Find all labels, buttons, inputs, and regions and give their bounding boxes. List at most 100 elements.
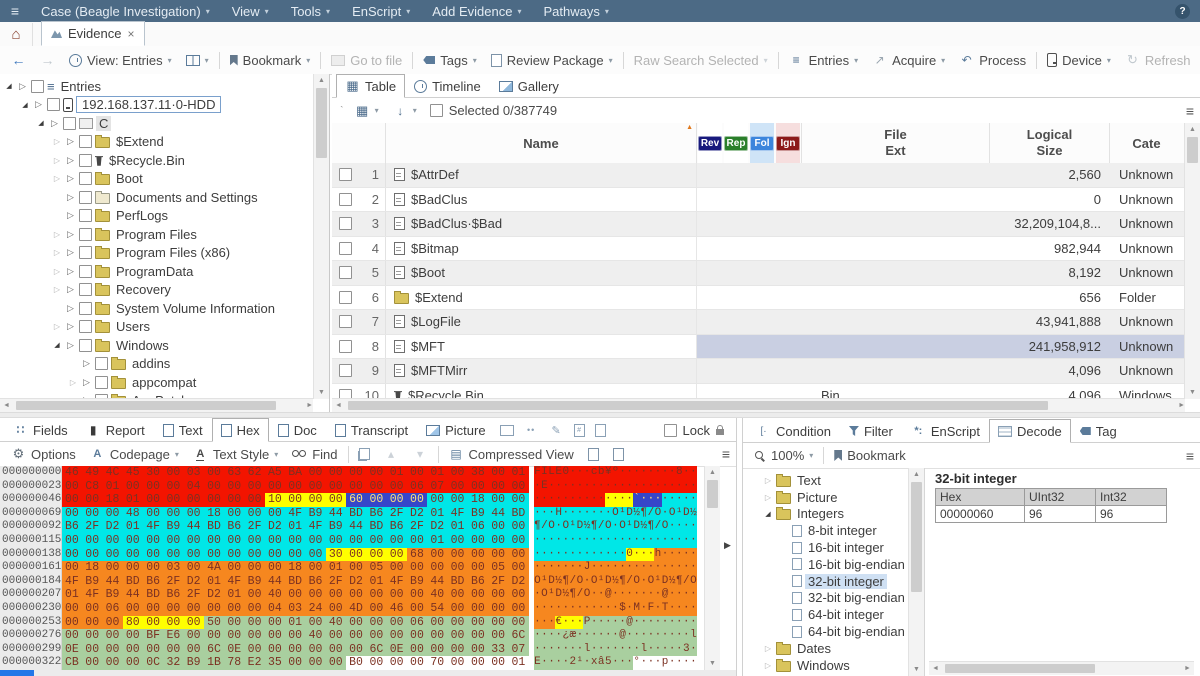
row-checkbox[interactable] <box>339 340 352 353</box>
hex-byte[interactable]: 00 <box>224 507 244 521</box>
hex-byte[interactable]: E2 <box>245 656 265 670</box>
hex-byte[interactable]: 1B <box>204 656 224 670</box>
ascii-char[interactable]: · <box>562 602 569 616</box>
hex-byte[interactable]: 00 <box>204 480 224 494</box>
ascii-char[interactable]: · <box>662 493 669 507</box>
hex-byte[interactable]: 00 <box>143 616 163 630</box>
100-button[interactable]: 100%▾ <box>747 443 820 468</box>
hex-byte[interactable]: 01 <box>123 520 143 534</box>
ascii-char[interactable]: · <box>669 602 676 616</box>
ascii-char[interactable]: · <box>569 466 576 480</box>
ascii-char[interactable]: · <box>669 466 676 480</box>
hex-byte[interactable]: 00 <box>306 656 326 670</box>
hex-byte[interactable]: 00 <box>82 493 102 507</box>
ascii-char[interactable]: · <box>683 548 690 562</box>
table-row[interactable]: 10$Recycle.BinBin4,096Windows <box>332 384 1185 400</box>
ascii-char[interactable]: · <box>690 616 697 630</box>
ascii-char[interactable]: â <box>598 656 605 670</box>
ascii-char[interactable]: Ò <box>548 520 555 534</box>
scroll-down-icon[interactable]: ▼ <box>314 386 329 399</box>
hex-byte[interactable]: 00 <box>468 534 488 548</box>
hex-byte[interactable]: D2 <box>346 575 366 589</box>
tab-doc[interactable]: Doc <box>269 418 326 442</box>
tab-decode[interactable]: Decode <box>989 419 1071 443</box>
ascii-char[interactable]: · <box>534 602 541 616</box>
ascii-char[interactable]: · <box>633 588 640 602</box>
hex-byte[interactable]: 00 <box>82 602 102 616</box>
ascii-char[interactable]: · <box>541 561 548 575</box>
hex-byte[interactable]: 00 <box>103 656 123 670</box>
ascii-char[interactable]: · <box>562 616 569 630</box>
ascii-char[interactable]: / <box>541 520 548 534</box>
checkbox[interactable] <box>79 154 92 167</box>
hex-byte[interactable]: 00 <box>62 561 82 575</box>
ascii-char[interactable]: D <box>683 507 690 521</box>
home-button[interactable] <box>0 23 33 46</box>
ascii-char[interactable]: · <box>654 493 661 507</box>
ascii-char[interactable]: · <box>583 480 590 494</box>
hex-byte[interactable]: D2 <box>265 520 285 534</box>
ascii-char[interactable]: · <box>598 480 605 494</box>
hex-byte[interactable]: 00 <box>285 588 305 602</box>
hex-byte[interactable]: 00 <box>82 629 102 643</box>
hex-menu-icon[interactable] <box>722 446 730 462</box>
badge-column-rep[interactable]: Rep <box>724 123 748 163</box>
hex-byte[interactable]: 00 <box>427 548 447 562</box>
ascii-char[interactable]: P <box>583 616 590 630</box>
hex-byte[interactable]: 00 <box>123 534 143 548</box>
hex-byte[interactable]: 30 <box>326 548 346 562</box>
hex-byte[interactable]: 45 <box>123 466 143 480</box>
hex-byte[interactable]: 00 <box>224 616 244 630</box>
ascii-char[interactable]: · <box>690 588 697 602</box>
hex-byte[interactable]: 00 <box>427 561 447 575</box>
ascii-char[interactable]: · <box>569 548 576 562</box>
tab-evidence[interactable]: Evidence × <box>41 21 145 46</box>
ascii-char[interactable]: · <box>598 507 605 521</box>
ascii-char[interactable]: D <box>555 588 562 602</box>
menu-pathways[interactable]: Pathways▾ <box>532 0 619 22</box>
hex-byte[interactable]: 00 <box>509 588 529 602</box>
set-include-icon[interactable]: ▷ <box>65 136 76 147</box>
ascii-char[interactable]: ½ <box>640 520 647 534</box>
ascii-char[interactable]: · <box>626 466 633 480</box>
ascii-char[interactable]: · <box>626 534 633 548</box>
ascii-char[interactable]: · <box>690 656 697 670</box>
hex-byte[interactable]: 00 <box>326 643 346 657</box>
hex-byte[interactable]: 00 <box>326 480 346 494</box>
hex-byte[interactable]: B9 <box>407 575 427 589</box>
tree-item-dates[interactable]: ▷Dates <box>743 640 909 657</box>
find-button[interactable]: Find <box>285 442 344 466</box>
ascii-char[interactable]: l <box>583 643 590 657</box>
expand-icon[interactable]: ▷ <box>52 174 62 183</box>
ascii-char[interactable]: · <box>626 643 633 657</box>
hex-byte[interactable]: 44 <box>123 588 143 602</box>
hex-byte[interactable]: 00 <box>163 493 183 507</box>
hex-byte[interactable]: 00 <box>265 548 285 562</box>
options-button[interactable]: Options <box>4 442 83 466</box>
hex-byte[interactable]: 00 <box>163 466 183 480</box>
hex-byte[interactable]: 00 <box>387 656 407 670</box>
ascii-char[interactable]: · <box>619 643 626 657</box>
table-menu-icon[interactable] <box>1186 103 1194 119</box>
hex-byte[interactable]: B9 <box>326 520 346 534</box>
hex-byte[interactable]: 00 <box>285 656 305 670</box>
ascii-char[interactable]: · <box>676 493 683 507</box>
ascii-char[interactable]: · <box>640 588 647 602</box>
hex-byte[interactable]: 33 <box>488 643 508 657</box>
ascii-char[interactable]: · <box>576 616 583 630</box>
table-row[interactable]: 6$Extend656Folder <box>332 286 1185 311</box>
hex-byte[interactable]: 00 <box>163 534 183 548</box>
ascii-char[interactable]: · <box>548 561 555 575</box>
hex-byte[interactable]: 01 <box>123 493 143 507</box>
tree-item-programdata[interactable]: ▷▷ProgramData <box>0 262 313 281</box>
expand-icon[interactable]: ▷ <box>68 378 78 387</box>
badge-column-ign[interactable]: Ign <box>776 123 800 163</box>
ascii-char[interactable]: · <box>619 480 626 494</box>
ascii-char[interactable]: · <box>576 534 583 548</box>
tab-text[interactable]: Text <box>154 418 212 442</box>
ascii-char[interactable]: · <box>619 561 626 575</box>
hex-byte[interactable]: 00 <box>245 480 265 494</box>
ascii-char[interactable]: · <box>683 561 690 575</box>
compressed-view-button[interactable]: Compressed View <box>442 442 581 466</box>
ascii-char[interactable]: ¶ <box>562 575 569 589</box>
